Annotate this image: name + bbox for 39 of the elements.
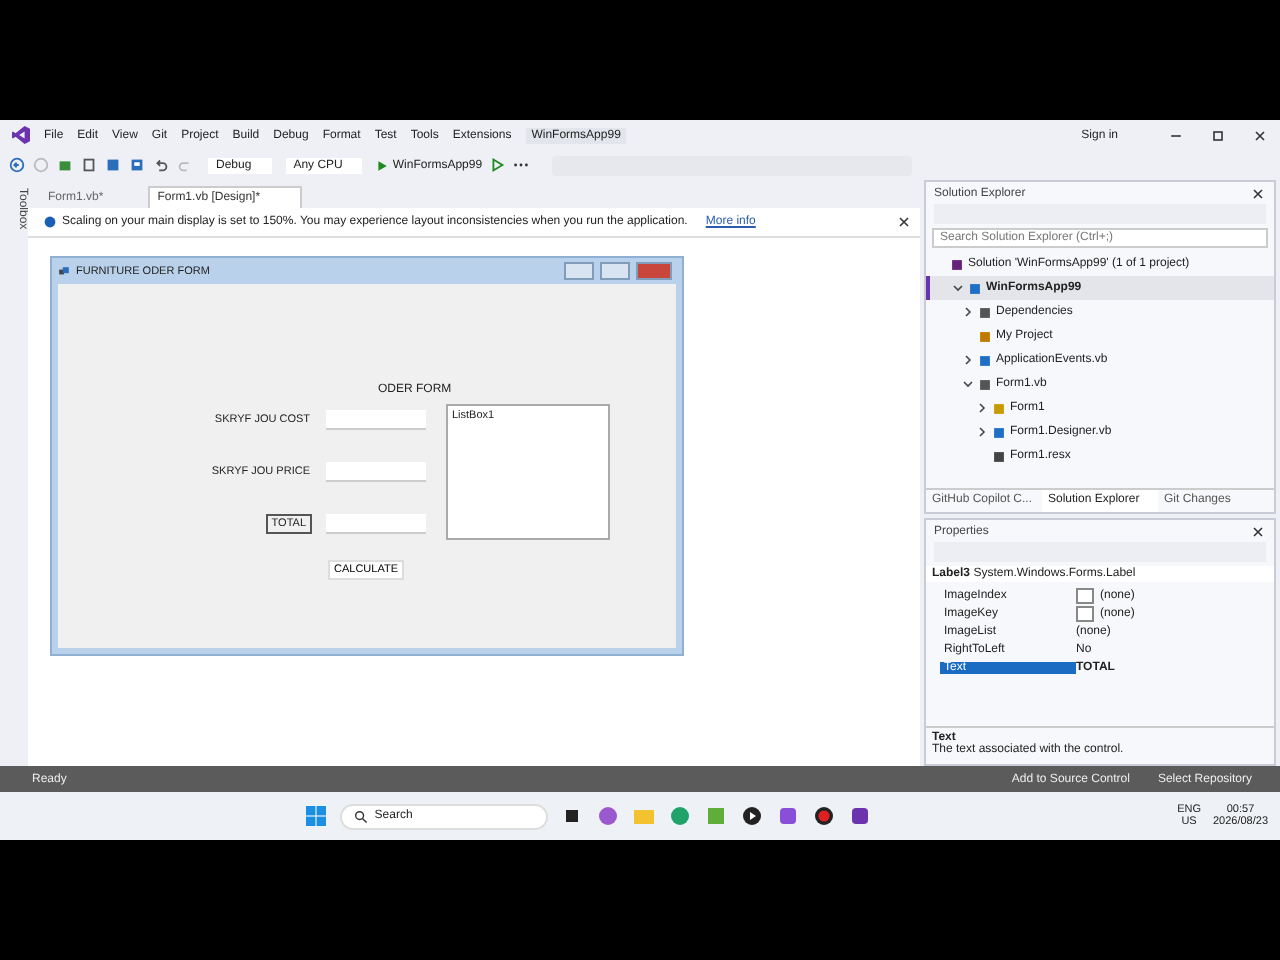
resx-file-icon: [992, 449, 1006, 463]
vb-file-icon: [978, 353, 992, 367]
dependencies-file-icon: [978, 305, 992, 319]
class-file-icon: [992, 401, 1006, 415]
visual-studio-icon[interactable]: [848, 804, 873, 828]
form-file-icon: [978, 377, 992, 391]
save-all-icon[interactable]: [128, 156, 146, 174]
undo-icon[interactable]: [152, 156, 170, 174]
chevron-right-icon[interactable]: [962, 354, 974, 366]
chevron-right-icon[interactable]: [976, 402, 988, 414]
record-icon[interactable]: [812, 804, 837, 828]
chevron-right-icon[interactable]: [976, 426, 988, 438]
info-icon: [44, 216, 56, 228]
chevron-down-icon[interactable]: [952, 282, 964, 294]
vb-file-icon: [992, 425, 1006, 439]
media-player-icon[interactable]: [740, 804, 765, 828]
back-icon[interactable]: [8, 156, 26, 174]
app-icon[interactable]: [596, 804, 621, 828]
close-icon[interactable]: [1250, 523, 1266, 539]
run-without-debugging-icon[interactable]: [488, 156, 507, 174]
chevron-right-icon[interactable]: [962, 306, 974, 318]
project-file-icon: [968, 281, 982, 295]
close-icon[interactable]: [896, 214, 912, 230]
browser-icon[interactable]: [668, 804, 693, 828]
visual-studio-logo-icon: [12, 126, 30, 144]
search-icon: [354, 809, 369, 823]
close-icon[interactable]: [1252, 127, 1268, 143]
solution-file-icon: [950, 257, 964, 271]
start-icon[interactable]: [304, 804, 329, 828]
form-icon: [58, 265, 70, 277]
play-icon: [376, 159, 389, 171]
maximize-icon[interactable]: [1210, 127, 1226, 143]
save-icon[interactable]: [104, 156, 122, 174]
open-file-icon[interactable]: [80, 156, 98, 174]
close-icon[interactable]: [1250, 185, 1266, 201]
visual-studio-icon[interactable]: [776, 804, 801, 828]
new-project-icon[interactable]: [56, 156, 74, 174]
myproject-file-icon: [978, 329, 992, 343]
chevron-down-icon[interactable]: [962, 378, 974, 390]
